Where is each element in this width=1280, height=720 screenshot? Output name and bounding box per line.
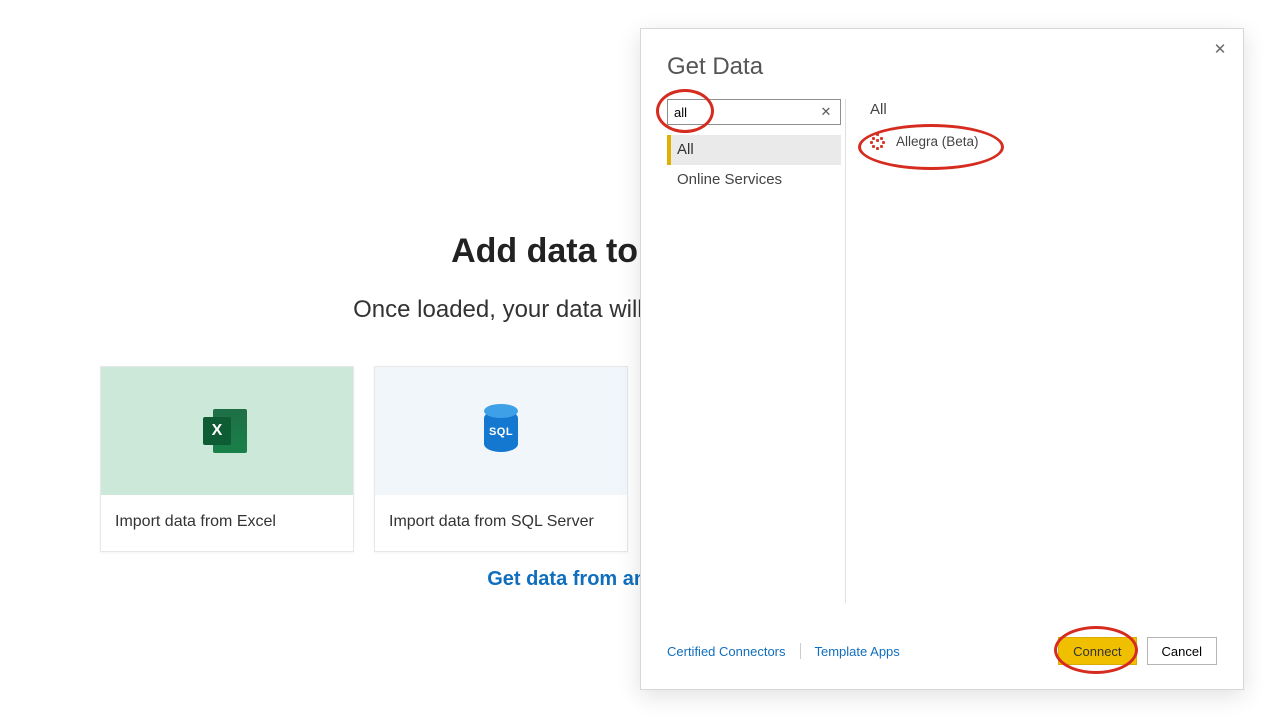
allegra-icon	[870, 133, 886, 149]
card-label: Import data from SQL Server	[375, 495, 627, 551]
connect-button[interactable]: Connect	[1058, 637, 1136, 665]
connector-label: Allegra (Beta)	[896, 134, 979, 149]
template-apps-link[interactable]: Template Apps	[815, 644, 900, 659]
connector-heading: All	[870, 101, 1217, 122]
card-icon-area: SQL	[375, 367, 627, 495]
category-column: ✕ All Online Services	[667, 99, 845, 603]
sql-icon: SQL	[480, 404, 522, 458]
category-all[interactable]: All	[667, 135, 841, 165]
source-cards: X Import data from Excel SQL Import data…	[100, 366, 628, 552]
close-icon[interactable]: ✕	[1211, 41, 1229, 59]
connector-allegra[interactable]: Allegra (Beta)	[870, 128, 1217, 154]
footer-separator	[800, 643, 801, 659]
category-list: All Online Services	[667, 135, 841, 195]
cancel-button[interactable]: Cancel	[1147, 637, 1217, 665]
card-import-sql[interactable]: SQL Import data from SQL Server	[374, 366, 628, 552]
connector-column: All Allegra (Beta)	[845, 99, 1217, 603]
dialog-footer: Certified Connectors Template Apps Conne…	[667, 631, 1217, 671]
dialog-title: Get Data	[667, 53, 763, 81]
card-label: Import data from Excel	[101, 495, 353, 551]
footer-links: Certified Connectors Template Apps	[667, 643, 900, 659]
category-online-services[interactable]: Online Services	[667, 165, 841, 195]
certified-connectors-link[interactable]: Certified Connectors	[667, 644, 786, 659]
excel-icon: X	[203, 407, 251, 455]
card-icon-area: X	[101, 367, 353, 495]
card-import-excel[interactable]: X Import data from Excel	[100, 366, 354, 552]
clear-search-icon[interactable]: ✕	[815, 99, 837, 125]
get-data-dialog: ✕ Get Data ✕ All Online Services All	[640, 28, 1244, 690]
